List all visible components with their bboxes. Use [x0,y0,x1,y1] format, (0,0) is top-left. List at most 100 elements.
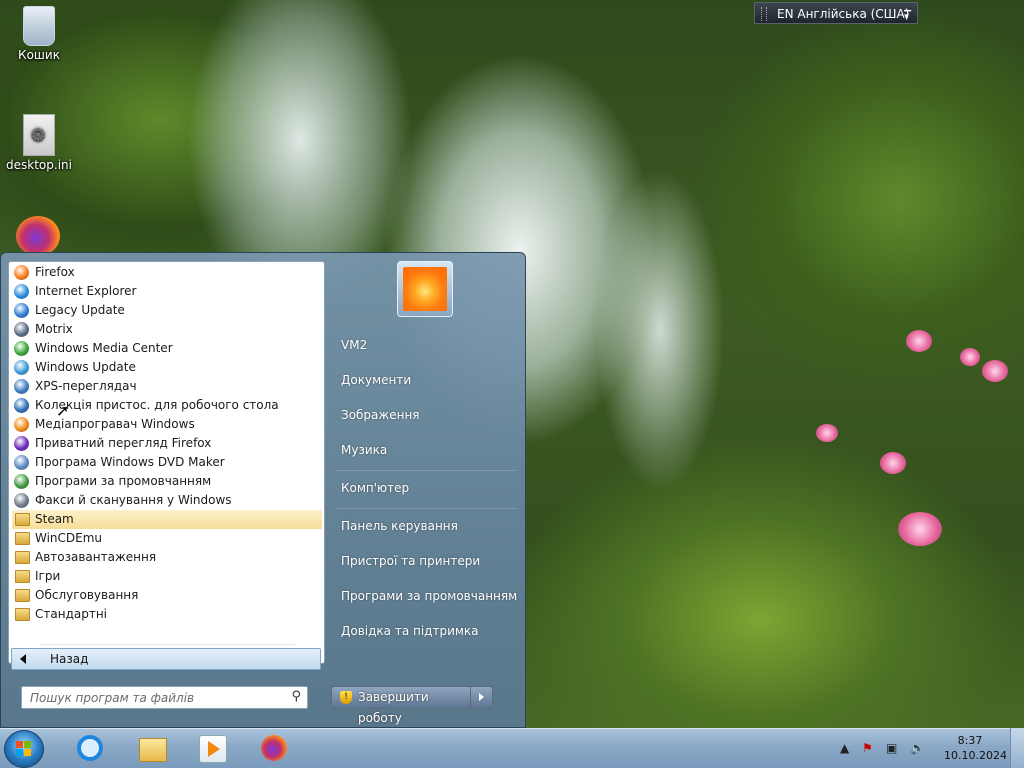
chevron-down-icon[interactable]: ▁ ▾ [904,2,911,22]
start-link-documents[interactable]: Документи [341,373,411,387]
clock[interactable]: 8:37 10.10.2024 [944,733,1007,763]
action-center-flag-icon[interactable]: ⚑ [862,741,873,755]
file-explorer-icon [139,738,167,762]
program-item[interactable]: Motrix [12,320,322,339]
private-browsing-icon [14,436,29,451]
xps-icon [14,379,29,394]
shutdown-options-button[interactable] [471,686,493,709]
start-link-computer[interactable]: Комп'ютер [341,481,409,495]
clock-time: 8:37 [957,734,983,747]
start-link-default-programs[interactable]: Програми за промовчанням [341,589,517,603]
taskbar-button-internet-explorer[interactable] [70,732,110,766]
settings-file-icon [23,114,55,156]
start-link-control-panel[interactable]: Панель керування [341,519,458,533]
program-item[interactable]: Програма Windows DVD Maker [12,453,322,472]
media-center-icon [14,341,29,356]
start-link-pictures[interactable]: Зображення [341,408,420,422]
flower-decoration [960,348,980,366]
program-list: Firefox Internet Explorer Legacy Update Mot… [8,261,325,664]
desktop-icon-recycle-bin[interactable]: Кошик [4,6,74,62]
taskbar-button-media-player[interactable] [192,732,232,766]
program-item[interactable]: Firefox [12,263,322,282]
globe-icon [14,303,29,318]
start-link-music[interactable]: Музика [341,443,387,457]
mouse-cursor-icon: ➚ [56,401,70,420]
divider [39,644,295,645]
gadgets-icon [14,398,29,413]
flower-decoration [816,424,838,442]
program-item[interactable]: Стандартні [12,605,322,624]
show-hidden-icons-icon[interactable]: ▲ [840,741,849,755]
desktop-icon-label: Кошик [18,48,60,62]
flower-decoration [906,330,932,352]
recycle-bin-icon [23,6,55,46]
program-item[interactable]: Ігри [12,567,322,586]
network-icon[interactable]: ▣ [886,741,897,755]
program-item[interactable]: Програми за промовчанням [12,472,322,491]
program-label: Ігри [35,569,61,583]
program-label: Legacy Update [35,303,125,317]
default-programs-icon [14,474,29,489]
program-label: Колекція пристос. для робочого стола [35,398,279,412]
program-item[interactable]: Legacy Update [12,301,322,320]
folder-icon [15,608,30,621]
search-box[interactable]: ⚲ [21,686,308,709]
taskbar-button-file-explorer[interactable] [132,732,172,766]
internet-explorer-icon [77,735,103,761]
start-button[interactable] [4,730,44,768]
clock-date: 10.10.2024 [944,749,1007,762]
start-menu: Firefox Internet Explorer Legacy Update Mot… [0,252,526,728]
program-item[interactable]: Internet Explorer [12,282,322,301]
program-item[interactable]: Обслуговування [12,586,322,605]
windows-logo-icon [16,741,32,757]
program-label: Програма Windows DVD Maker [35,455,225,469]
flower-decoration [880,452,906,474]
language-label: EN Англійська (США) [777,7,910,21]
back-label: Назад [50,652,89,666]
program-item[interactable]: Приватний перегляд Firefox [12,434,322,453]
divider [335,508,517,509]
media-player-icon [14,417,29,432]
folder-icon [15,551,30,564]
program-label: Windows Media Center [35,341,173,355]
back-button[interactable]: Назад [11,648,321,670]
program-label: Internet Explorer [35,284,137,298]
taskbar-button-firefox[interactable] [254,732,294,766]
program-label: Motrix [35,322,73,336]
program-item[interactable]: Steam [12,510,322,529]
folder-icon [15,589,30,602]
search-input[interactable] [28,687,282,709]
program-item[interactable]: Факси й сканування у Windows [12,491,322,510]
flower-decoration [898,512,942,546]
folder-icon [15,513,30,526]
media-player-icon [199,735,227,763]
show-desktop-button[interactable] [1010,728,1024,768]
program-label: Факси й сканування у Windows [35,493,232,507]
flower-decoration [982,360,1008,382]
program-item[interactable]: Автозавантаження [12,548,322,567]
shutdown-button[interactable]: ! Завершити роботу [331,686,471,725]
fax-scan-icon [14,493,29,508]
folder-icon [15,532,30,545]
start-link-help-support[interactable]: Довідка та підтримка [341,624,479,638]
program-item[interactable]: WinCDEmu [12,529,322,548]
desktop-icon-label: desktop.ini [6,158,72,172]
program-item[interactable]: Windows Update [12,358,322,377]
program-item[interactable]: Windows Media Center [12,339,322,358]
dvd-maker-icon [14,455,29,470]
language-bar[interactable]: EN Англійська (США) ▁ ▾ [754,2,918,24]
program-item[interactable]: XPS-переглядач [12,377,322,396]
ie-icon [14,284,29,299]
user-avatar[interactable] [397,261,453,317]
grip-handle[interactable] [761,7,767,21]
program-label: Обслуговування [35,588,139,602]
program-label: Програми за промовчанням [35,474,212,488]
program-label: WinCDEmu [35,531,103,545]
volume-muted-icon[interactable]: 🔈 [910,741,925,755]
start-link-devices-printers[interactable]: Пристрої та принтери [341,554,480,568]
firefox-icon[interactable] [16,216,60,256]
search-icon[interactable]: ⚲ [291,689,301,704]
start-link-user[interactable]: VM2 [341,338,367,352]
desktop-icon-desktop-ini[interactable]: desktop.ini [4,114,74,172]
program-label: Steam [35,512,74,526]
